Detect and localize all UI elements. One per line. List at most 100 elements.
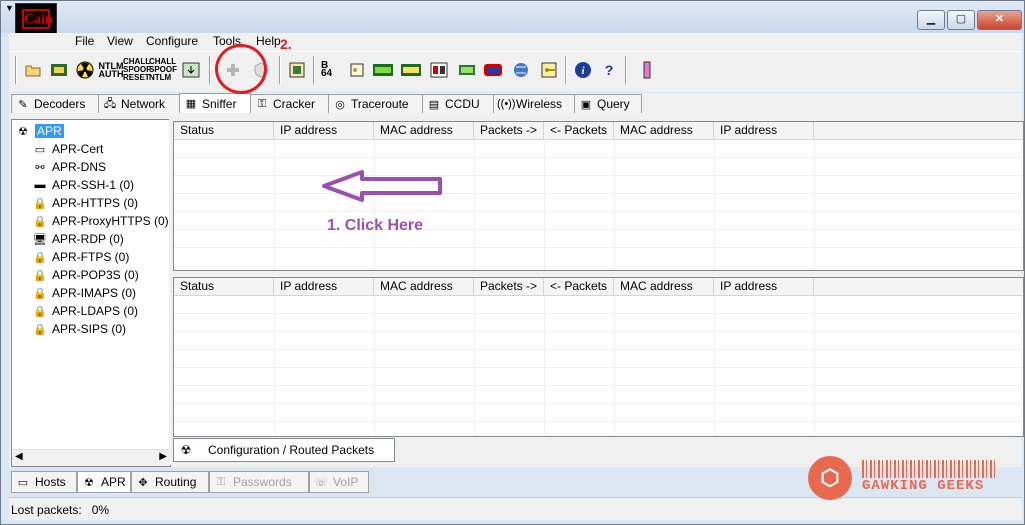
key-icon[interactable]	[539, 60, 559, 80]
tree-item-apr-ftps[interactable]: 🔒 APR-FTPS (0)	[32, 248, 129, 266]
lock-icon: 🔒	[33, 197, 47, 210]
col-mac-address-2[interactable]: MAC address	[614, 122, 714, 139]
tree-item-apr-sips[interactable]: 🔒 APR-SIPS (0)	[32, 320, 126, 338]
ntlm-auth-icon[interactable]: NTLM AUTH	[99, 60, 124, 80]
lock-icon: 🔒	[33, 269, 47, 282]
info-icon[interactable]: i	[573, 60, 593, 80]
chall-spoof-reset-icon[interactable]: CHALL SPOOF RESET	[123, 58, 151, 82]
network-icon: 🖧	[103, 97, 117, 110]
tab-ccdu[interactable]: ▤ CCDU	[422, 94, 494, 113]
tree-item-apr-ldaps[interactable]: 🔒 APR-LDAPS (0)	[32, 302, 138, 320]
tree-horizontal-scrollbar[interactable]: ◀ ▶	[12, 449, 170, 466]
tab-apr[interactable]: ☢ APR	[77, 471, 131, 493]
tab-sniffer[interactable]: ▦ Sniffer	[179, 93, 251, 113]
col-status[interactable]: Status	[174, 278, 274, 295]
tree-item-apr-rdp[interactable]: 🖥 APR-RDP (0)	[32, 230, 124, 248]
export-icon[interactable]	[181, 60, 201, 80]
annotation-circle	[215, 44, 267, 94]
col-packets-in[interactable]: <- Packets	[544, 278, 614, 295]
apr-radiation-icon[interactable]	[75, 60, 95, 80]
col-packets-out[interactable]: Packets ->	[474, 122, 544, 139]
close-button[interactable]: ✕	[977, 10, 1022, 30]
box-icon[interactable]	[483, 60, 503, 80]
apr-radiation-icon: ☢	[180, 443, 192, 457]
calc-icon[interactable]	[457, 60, 477, 80]
menu-bar: File View Configure Tools Help	[9, 33, 1022, 51]
tab-decoders[interactable]: ✎ Decoders	[11, 94, 99, 113]
menu-file[interactable]: File	[75, 34, 94, 48]
col-ip-address[interactable]: IP address	[274, 278, 374, 295]
help-icon[interactable]: ?	[599, 60, 619, 80]
tab-passwords[interactable]: ⚿ Passwords	[209, 471, 309, 493]
tab-traceroute[interactable]: ◎ Traceroute	[328, 94, 423, 113]
exit-icon[interactable]	[637, 60, 657, 80]
tab-routing[interactable]: ✥ Routing	[131, 471, 209, 493]
open-folder-icon[interactable]	[23, 60, 43, 80]
lock-icon: 🔒	[33, 251, 47, 264]
lock-icon: 🔒	[33, 323, 47, 336]
apr-radiation-icon: ☢	[18, 125, 28, 138]
tree-item-apr-dns[interactable]: ⚯ APR-DNS	[32, 158, 106, 176]
dns-icon: ⚯	[35, 161, 45, 174]
tree-item-apr-proxyhttps[interactable]: 🔒 APR-ProxyHTTPS (0)	[32, 212, 169, 230]
terminal-icon: ▬	[34, 179, 46, 191]
lost-packets-label: Lost packets: 0%	[11, 503, 110, 517]
title-bar: ▼ Cain ▁ ▢ ✕	[1, 1, 1024, 35]
cert-icon: ▭	[34, 143, 46, 156]
col-status[interactable]: Status	[174, 122, 274, 139]
lost-packets-value: 0%	[91, 503, 110, 517]
col-packets-out[interactable]: Packets ->	[474, 278, 544, 295]
sniffer-icon[interactable]	[49, 60, 69, 80]
col-ip-address-2[interactable]: IP address	[714, 122, 814, 139]
tab-hosts[interactable]: ▭ Hosts	[11, 471, 77, 493]
menu-view[interactable]: View	[107, 34, 133, 48]
tree-item-apr-ssh[interactable]: ▬ APR-SSH-1 (0)	[32, 176, 135, 194]
mpo-icon[interactable]	[401, 60, 421, 80]
tree-item-apr-https[interactable]: 🔒 APR-HTTPS (0)	[32, 194, 138, 212]
toolbar: NTLM AUTH CHALL SPOOF RESET CHALL SPOOF …	[9, 51, 1022, 92]
col-mac-address[interactable]: MAC address	[374, 278, 474, 295]
apr-bottom-grid[interactable]: Status IP address MAC address Packets ->…	[173, 277, 1024, 437]
tree-root-apr[interactable]: ☢ APR	[15, 122, 64, 140]
col-mac-address[interactable]: MAC address	[374, 122, 474, 139]
col-mac-address-2[interactable]: MAC address	[614, 278, 714, 295]
scroll-left-icon[interactable]: ◀	[15, 451, 23, 462]
scroll-right-icon[interactable]: ▶	[159, 451, 167, 462]
cracker-icon: ⚿	[257, 97, 267, 110]
tab-query[interactable]: ▣ Query	[574, 94, 642, 113]
pwd-icon[interactable]	[347, 60, 367, 80]
grid-header: Status IP address MAC address Packets ->…	[174, 122, 1023, 140]
main-tabs: ✎ Decoders 🖧 Network ▦ Sniffer ⚿ Cracker ◎ Tr…	[9, 93, 1022, 113]
passwords-icon: ⚿	[216, 475, 226, 488]
apr-top-grid[interactable]: Status IP address MAC address Packets ->…	[173, 121, 1024, 271]
col-ip-address-2[interactable]: IP address	[714, 278, 814, 295]
base64-icon[interactable]: B 64	[321, 60, 341, 80]
tree-item-apr-pop3s[interactable]: 🔒 APR-POP3S (0)	[32, 266, 139, 284]
apr-tree[interactable]: ☢ APR ▭ APR-Cert ⚯ APR-DNS ▬ APR-SSH-1 (0) 🔒…	[11, 119, 171, 467]
voip-icon: ☏	[314, 476, 328, 489]
tab-configuration-routed-packets[interactable]: ☢ Configuration / Routed Packets	[173, 438, 395, 462]
col-ip-address[interactable]: IP address	[274, 122, 374, 139]
tree-item-apr-imaps[interactable]: 🔒 APR-IMAPS (0)	[32, 284, 136, 302]
chall-spoof-ntlm-icon[interactable]: CHALL SPOOF NTLM	[149, 58, 177, 82]
decoders-icon: ✎	[18, 98, 28, 111]
lm-icon[interactable]	[373, 60, 393, 80]
tree-item-apr-cert[interactable]: ▭ APR-Cert	[32, 140, 104, 158]
watermark-badge-icon: ⬡	[808, 456, 852, 500]
dc-icon[interactable]	[429, 60, 449, 80]
tab-cracker[interactable]: ⚿ Cracker	[250, 94, 329, 113]
col-packets-in[interactable]: <- Packets	[544, 122, 614, 139]
network-icon[interactable]	[511, 60, 531, 80]
tab-voip[interactable]: ☏ VoIP	[309, 471, 369, 493]
menu-help[interactable]: Help	[256, 34, 281, 48]
menu-configure[interactable]: Configure	[146, 34, 198, 48]
traceroute-icon: ◎	[335, 98, 345, 111]
apr-radiation-icon: ☢	[84, 476, 94, 489]
minimize-button[interactable]: ▁	[917, 10, 945, 30]
hosts-icon: ▭	[17, 476, 29, 489]
system-menu-icon[interactable]: ▼	[5, 4, 14, 13]
hash-icon[interactable]	[287, 60, 307, 80]
tab-wireless[interactable]: ((•)) Wireless	[493, 94, 575, 113]
tab-network[interactable]: 🖧 Network	[98, 94, 180, 113]
maximize-button[interactable]: ▢	[947, 10, 975, 30]
